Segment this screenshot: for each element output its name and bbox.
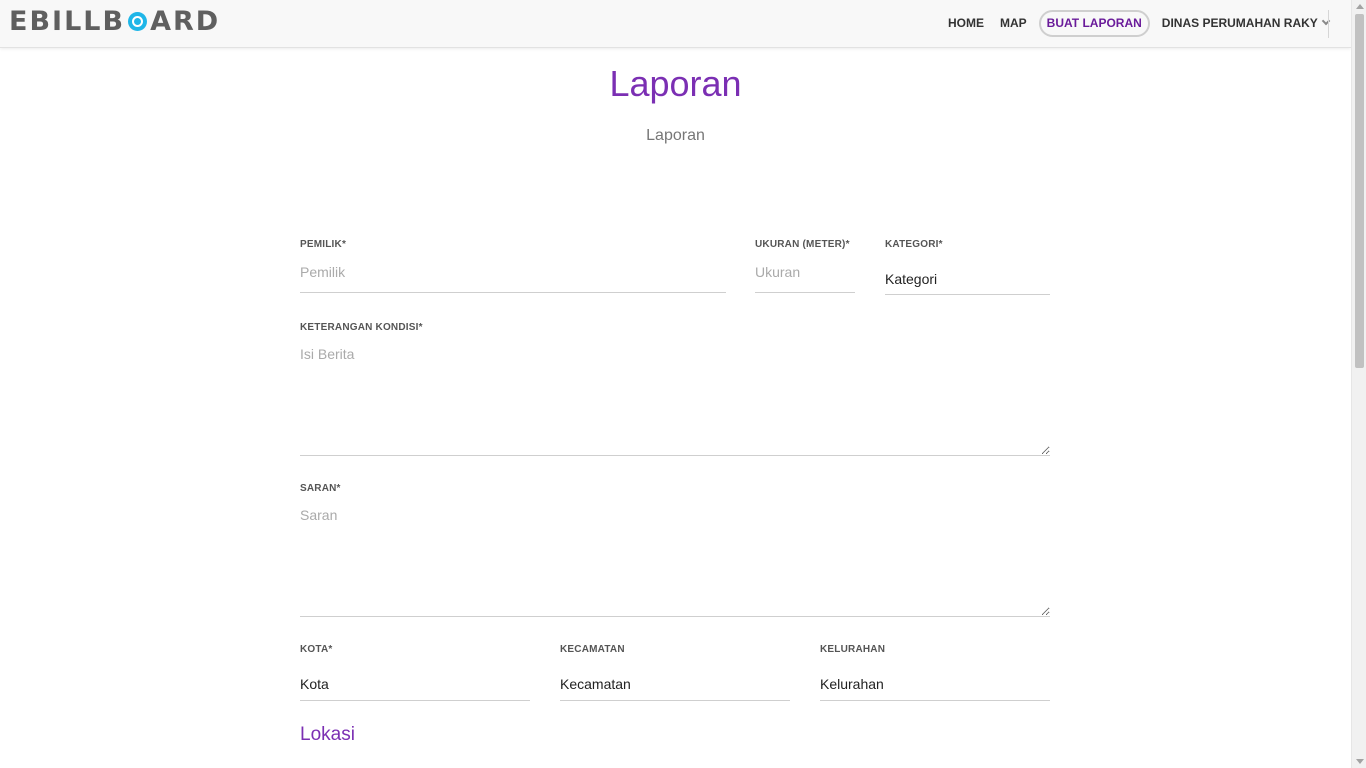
kategori-label: KATEGORI*	[885, 239, 943, 250]
nav-buat-laporan[interactable]: BUAT LAPORAN	[1038, 10, 1150, 37]
page-subtitle: Laporan	[646, 127, 705, 144]
vertical-scrollbar[interactable]	[1351, 0, 1366, 768]
kota-select[interactable]: Kota	[300, 667, 530, 701]
kecamatan-label: KECAMATAN	[560, 644, 625, 655]
nav-map[interactable]: MAP	[992, 10, 1035, 37]
keterangan-field: KETERANGAN KONDISI*	[300, 322, 1050, 456]
brand-text-left: EBILLB	[9, 5, 126, 37]
nav-divider	[1328, 10, 1329, 38]
user-menu-label: DINAS PERUMAHAN RAKY	[1161, 16, 1318, 30]
lokasi-heading: Lokasi	[300, 724, 355, 745]
nav-user-menu[interactable]: DINAS PERUMAHAN RAKY	[1154, 10, 1337, 37]
scroll-up-icon[interactable]	[1356, 4, 1364, 9]
scroll-down-icon[interactable]	[1356, 759, 1364, 764]
kelurahan-label: KELURAHAN	[820, 644, 886, 655]
pemilik-label: PEMILIK*	[300, 239, 347, 250]
kelurahan-field: KELURAHAN Kelurahan	[820, 644, 1050, 701]
kota-label: KOTA*	[300, 644, 333, 655]
ukuran-label: UKURAN (METER)*	[755, 239, 850, 250]
main-nav: HOME MAP BUAT LAPORAN DINAS PERUMAHAN RA…	[940, 10, 1337, 37]
keterangan-label: KETERANGAN KONDISI*	[300, 322, 423, 333]
page: EBILLB ARD HOME MAP BUAT LAPORAN DINAS PE…	[0, 0, 1366, 768]
nav-home[interactable]: HOME	[940, 10, 992, 37]
circle-logo-icon	[128, 11, 148, 31]
kelurahan-select[interactable]: Kelurahan	[820, 667, 1050, 701]
kecamatan-select[interactable]: Kecamatan	[560, 667, 790, 701]
navbar: EBILLB ARD HOME MAP BUAT LAPORAN DINAS PE…	[0, 0, 1351, 48]
ukuran-field: UKURAN (METER)*	[755, 239, 855, 293]
ukuran-input[interactable]	[755, 262, 855, 293]
pemilik-input[interactable]	[300, 262, 726, 293]
keterangan-textarea[interactable]	[300, 346, 1050, 456]
kota-field: KOTA* Kota	[300, 644, 530, 701]
page-title: Laporan	[609, 63, 742, 104]
saran-label: SARAN*	[300, 483, 341, 494]
scroll-thumb[interactable]	[1355, 14, 1364, 368]
kategori-field: KATEGORI* Kategori	[885, 239, 1050, 295]
kecamatan-field: KECAMATAN Kecamatan	[560, 644, 790, 701]
kategori-select[interactable]: Kategori	[885, 262, 1050, 295]
brand-logo[interactable]: EBILLB ARD	[9, 5, 221, 37]
saran-field: SARAN*	[300, 483, 1050, 617]
saran-textarea[interactable]	[300, 507, 1050, 617]
brand-text-right: ARD	[150, 5, 221, 37]
pemilik-field: PEMILIK*	[300, 239, 726, 293]
